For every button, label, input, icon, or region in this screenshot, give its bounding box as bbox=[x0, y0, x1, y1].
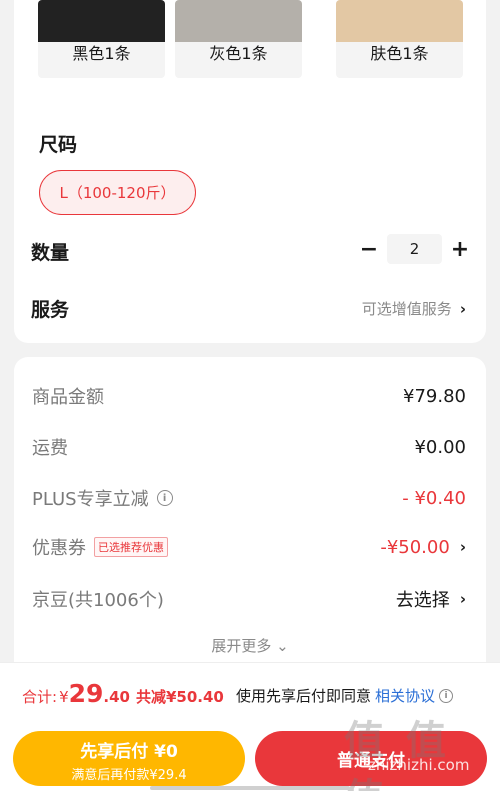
plus-discount-label: PLUS专享立减 bbox=[32, 489, 149, 510]
variant-list: 黑色1条 灰色1条 肤色1条 bbox=[38, 0, 486, 78]
size-title: 尺码 bbox=[39, 134, 78, 156]
home-indicator[interactable] bbox=[150, 786, 350, 790]
agreement-line: 使用先享后付即同意 相关协议 i bbox=[236, 685, 454, 706]
chevron-right-icon: › bbox=[459, 299, 466, 318]
normal-pay-button[interactable]: 普通支付 bbox=[255, 731, 487, 786]
variant-gray-thumb bbox=[175, 0, 302, 42]
variant-label: 肤色1条 bbox=[370, 44, 429, 63]
quantity-stepper: − 2 + bbox=[357, 234, 472, 264]
jd-beans-value: 去选择 bbox=[395, 590, 450, 611]
variant-skin[interactable]: 肤色1条 bbox=[336, 0, 463, 78]
variant-gray[interactable]: 灰色1条 bbox=[175, 0, 302, 78]
chevron-down-icon: ⌄ bbox=[276, 637, 289, 655]
total-label: 合计: bbox=[22, 688, 58, 706]
info-icon[interactable]: i bbox=[156, 490, 173, 506]
quantity-value[interactable]: 2 bbox=[387, 234, 442, 264]
agreement-link[interactable]: 相关协议 bbox=[375, 685, 435, 706]
plus-discount-value: - ¥0.40 bbox=[402, 487, 466, 509]
quantity-minus-button[interactable]: − bbox=[357, 234, 381, 264]
chevron-right-icon: › bbox=[459, 538, 466, 556]
variant-label: 黑色1条 bbox=[72, 44, 131, 63]
product-options-card: 黑色1条 灰色1条 肤色1条 尺码 L（100-120斤） 数量 − 2 + 服… bbox=[14, 0, 486, 343]
info-icon[interactable]: i bbox=[439, 688, 454, 703]
bottom-bar: 合计: ¥ 29 .40 共减¥50.40 使用先享后付即同意 相关协议 i 先… bbox=[0, 662, 500, 791]
pay-later-label: 先享后付 ¥0 bbox=[80, 742, 178, 762]
service-label: 服务 bbox=[31, 299, 70, 321]
pay-later-sublabel: 满意后再付款¥29.4 bbox=[71, 768, 187, 783]
total-summary: 合计: ¥ 29 .40 共减¥50.40 bbox=[22, 679, 224, 708]
total-savings: 共减¥50.40 bbox=[135, 688, 224, 706]
chevron-right-icon: › bbox=[459, 590, 466, 608]
variant-skin-thumb bbox=[336, 0, 463, 42]
jd-beans-label: 京豆(共1006个) bbox=[32, 590, 164, 611]
size-option-selected[interactable]: L（100-120斤） bbox=[39, 170, 196, 215]
coupon-row[interactable]: 优惠券 已选推荐优惠 -¥50.00 › bbox=[32, 531, 466, 563]
shipping-row: 运费 ¥0.00 bbox=[32, 431, 466, 463]
pay-later-button[interactable]: 先享后付 ¥0 满意后再付款¥29.4 bbox=[13, 731, 245, 786]
quantity-label: 数量 bbox=[31, 242, 70, 264]
total-decimal: .40 bbox=[103, 688, 130, 706]
variant-black[interactable]: 黑色1条 bbox=[38, 0, 165, 78]
service-selector[interactable]: 可选增值服务 › bbox=[362, 298, 466, 319]
price-details-card: 商品金额 ¥79.80 运费 ¥0.00 PLUS专享立减 i - ¥0.40 … bbox=[14, 357, 486, 677]
variant-black-thumb bbox=[38, 0, 165, 42]
goods-amount-label: 商品金额 bbox=[32, 387, 104, 408]
service-value: 可选增值服务 bbox=[361, 300, 452, 318]
expand-more-button[interactable]: 展开更多 ⌄ bbox=[14, 635, 486, 656]
expand-more-label: 展开更多 bbox=[211, 637, 272, 655]
goods-amount-value: ¥79.80 bbox=[403, 385, 466, 407]
coupon-value: -¥50.00 bbox=[380, 536, 450, 558]
plus-discount-row: PLUS专享立减 i - ¥0.40 bbox=[32, 482, 466, 514]
shipping-value: ¥0.00 bbox=[414, 436, 466, 458]
variant-label: 灰色1条 bbox=[209, 44, 268, 63]
shipping-label: 运费 bbox=[32, 438, 68, 459]
jd-beans-row[interactable]: 京豆(共1006个) 去选择 › bbox=[32, 583, 466, 615]
quantity-plus-button[interactable]: + bbox=[448, 234, 472, 264]
goods-amount-row: 商品金额 ¥79.80 bbox=[32, 380, 466, 412]
total-currency: ¥ bbox=[59, 688, 69, 706]
coupon-tag: 已选推荐优惠 bbox=[94, 537, 168, 557]
coupon-label: 优惠券 bbox=[32, 538, 86, 559]
total-integer: 29 bbox=[68, 679, 104, 708]
agreement-text: 使用先享后付即同意 bbox=[236, 687, 372, 705]
